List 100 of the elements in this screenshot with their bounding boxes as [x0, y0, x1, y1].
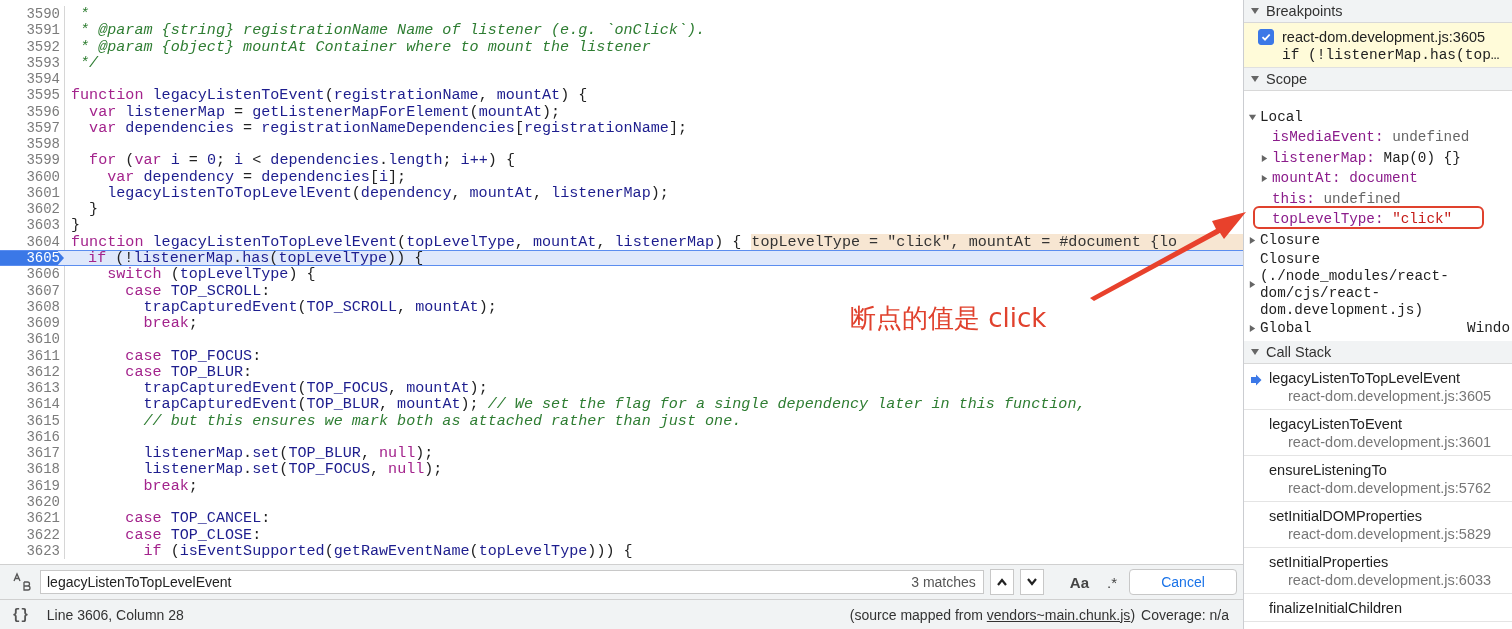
regex-button[interactable]: .*: [1101, 573, 1123, 591]
checkbox[interactable]: [1258, 29, 1274, 45]
line-number[interactable]: 3596: [0, 103, 65, 120]
line-number[interactable]: 3622: [0, 526, 65, 543]
code-line: case TOP_CANCEL:: [124, 510, 271, 527]
line-number[interactable]: 3593: [0, 54, 65, 72]
line-number[interactable]: 3603: [0, 217, 65, 234]
expand-triangle-icon[interactable]: [1248, 280, 1257, 289]
code-line: if (!listenerMap.has(topLevelType)) {: [87, 251, 424, 266]
code-line: case TOP_SCROLL:: [124, 282, 271, 299]
scope-variable[interactable]: this: undefined: [1248, 189, 1512, 210]
next-match-button[interactable]: [1019, 569, 1044, 595]
line-number[interactable]: 3616: [0, 428, 65, 446]
previous-match-button[interactable]: [989, 569, 1014, 595]
source-map-note: (source mapped from vendors~main.chunk.js): [849, 606, 1136, 623]
code-line: *: [79, 6, 90, 23]
line-number[interactable]: 3623: [0, 542, 65, 560]
expand-triangle-icon[interactable]: [1260, 174, 1269, 184]
match-case-button[interactable]: Aa: [1063, 573, 1095, 591]
call-frame[interactable]: setInitialProperties react-dom.development.js:6033: [1244, 548, 1512, 594]
inline-value: topLevelType = "click", mountAt = #document {lo: [751, 233, 1243, 250]
line-number[interactable]: 3591: [0, 22, 65, 39]
code-line: var listenerMap = getListenerMapForElement(mountAt);: [88, 103, 561, 120]
code-line: */: [79, 54, 99, 72]
line-number[interactable]: 3609: [0, 315, 65, 332]
code-line: switch (topLevelType) {: [106, 266, 316, 283]
scope-item[interactable]: Global Windo: [1248, 318, 1512, 339]
match-case-icon[interactable]: [12, 572, 34, 592]
line-number[interactable]: 3621: [0, 510, 65, 527]
line-number[interactable]: 3615: [0, 412, 65, 429]
code-line: listenerMap.set(TOP_BLUR, null);: [142, 445, 434, 462]
code-line: if (isEventSupported(getRawEventName(topLevelType))) {: [142, 542, 633, 560]
call-frame[interactable]: legacyListenToTopLevelEvent react-dom.development.js:3605: [1244, 364, 1512, 410]
code-line: var dependency = dependencies[i];: [106, 168, 407, 185]
paused-line-number[interactable]: 3605: [0, 251, 64, 266]
scope-variable[interactable]: topLevelType: "click": [1248, 209, 1512, 230]
frame-function: legacyListenToEvent: [1269, 416, 1403, 432]
line-number[interactable]: 3608: [0, 298, 65, 316]
line-number[interactable]: 3617: [0, 445, 65, 462]
line-number[interactable]: 3590: [0, 6, 65, 23]
call-stack-header[interactable]: Call Stack: [1244, 341, 1512, 364]
line-number[interactable]: 3620: [0, 493, 65, 511]
line-number[interactable]: 3618: [0, 461, 65, 478]
scope-item[interactable]: Local: [1248, 107, 1512, 128]
code-line: function legacyListenToEvent(registrationName, mountAt) {: [70, 87, 588, 104]
scope-variable[interactable]: isMediaEvent: undefined: [1248, 127, 1512, 148]
call-frame[interactable]: ensureListeningTo react-dom.development.js:5762: [1244, 456, 1512, 502]
line-number[interactable]: 3611: [0, 347, 65, 364]
coverage-label: Coverage: n/a: [1141, 606, 1229, 623]
frame-location: react-dom.development.js:5762: [1287, 480, 1493, 496]
breakpoints-header[interactable]: Breakpoints: [1244, 0, 1512, 23]
expand-triangle-icon[interactable]: [1248, 324, 1257, 334]
code-line: * @param {string} registrationName Name of listener (e.g. `onClick`).: [79, 22, 706, 39]
line-number[interactable]: 3597: [0, 119, 65, 137]
code-line: break;: [142, 477, 198, 494]
line-number[interactable]: 3607: [0, 282, 65, 299]
line-number[interactable]: 3613: [0, 380, 65, 397]
code-line: trapCapturedEvent(TOP_BLUR, mountAt); // We set the flag for a single dependency later in this function,: [142, 396, 1086, 413]
frame-function: setInitialDOMProperties: [1269, 508, 1424, 524]
line-number[interactable]: 3600: [0, 168, 65, 185]
code-line: case TOP_BLUR:: [124, 363, 253, 381]
line-number[interactable]: 3594: [0, 71, 65, 88]
code-line: trapCapturedEvent(TOP_SCROLL, mountAt);: [142, 298, 497, 316]
source-file-link[interactable]: vendors~main.chunk.js: [986, 606, 1131, 623]
line-number[interactable]: 3595: [0, 87, 65, 104]
code-line: // but this ensures we mark both as attached rather than just one.: [142, 412, 742, 429]
scope-item[interactable]: Closure: [1248, 230, 1512, 251]
call-frame[interactable]: setInitialDOMProperties react-dom.development.js:5829: [1244, 502, 1512, 548]
code-line: }: [88, 201, 99, 218]
line-number[interactable]: 3610: [0, 331, 65, 348]
line-number[interactable]: 3599: [0, 152, 65, 169]
breakpoint-item[interactable]: react-dom.development.js:3605 if (!listenerMap.has(top…: [1244, 23, 1512, 68]
line-number[interactable]: 3602: [0, 201, 65, 218]
code-line: * @param {object} mountAt Container where to mount the listener: [79, 38, 651, 55]
match-count: 3 matches: [911, 574, 976, 590]
cancel-button[interactable]: Cancel: [1129, 569, 1237, 595]
annotation-text: 断点的值是 click: [850, 302, 1047, 335]
scope-variable[interactable]: listenerMap: Map(0) {}: [1248, 148, 1512, 169]
line-number[interactable]: 3604: [0, 233, 65, 250]
frame-function: legacyListenToTopLevelEvent: [1269, 370, 1462, 386]
line-number[interactable]: 3612: [0, 363, 65, 381]
line-number[interactable]: 3619: [0, 477, 65, 494]
line-number[interactable]: 3614: [0, 396, 65, 413]
line-number[interactable]: 3601: [0, 184, 65, 202]
frame-function: setInitialProperties: [1269, 554, 1390, 570]
frame-location: react-dom.development.js:3605: [1287, 388, 1493, 404]
scope-variable[interactable]: mountAt: document: [1248, 168, 1512, 189]
line-number[interactable]: 3598: [0, 136, 65, 153]
collapse-triangle-icon[interactable]: [1248, 112, 1257, 122]
expand-triangle-icon[interactable]: [1260, 153, 1269, 163]
line-number[interactable]: 3592: [0, 38, 65, 55]
breakpoint-code: if (!listenerMap.has(top…: [1281, 47, 1501, 63]
line-number[interactable]: 3606: [0, 266, 65, 283]
call-frame[interactable]: finalizeInitialChildren: [1244, 594, 1512, 622]
scope-item[interactable]: Closure (./node_modules/react-dom/cjs/react-dom.development.js): [1248, 250, 1512, 319]
scope-header[interactable]: Scope: [1244, 68, 1512, 91]
expand-triangle-icon[interactable]: [1248, 235, 1257, 245]
pretty-print-button[interactable]: {}: [12, 606, 29, 623]
code-line: case TOP_FOCUS:: [124, 347, 262, 364]
call-frame[interactable]: legacyListenToEvent react-dom.development.js:3601: [1244, 410, 1512, 456]
